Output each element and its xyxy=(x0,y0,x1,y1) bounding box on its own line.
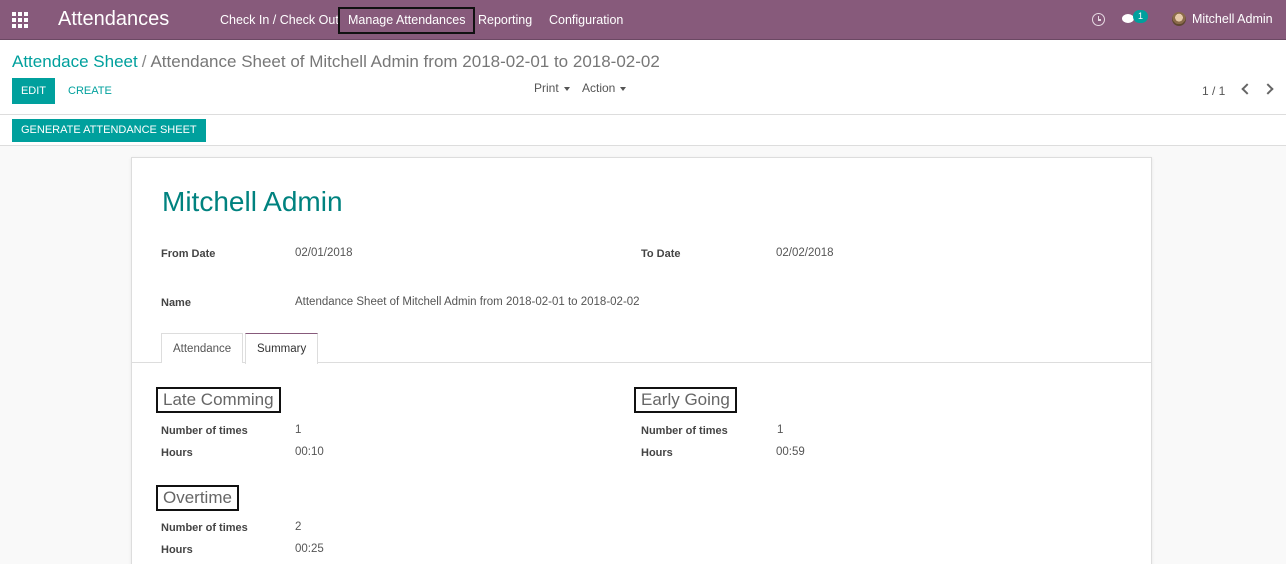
breadcrumb: Attendace Sheet / Attendance Sheet of Mitc… xyxy=(12,52,660,72)
action-label: Action xyxy=(582,81,616,95)
print-label: Print xyxy=(534,81,559,95)
from-date-value: 02/01/2018 xyxy=(295,247,353,259)
early-hours-label: Hours xyxy=(641,447,673,459)
apps-menu-icon[interactable] xyxy=(12,12,29,28)
breadcrumb-parent[interactable]: Attendace Sheet xyxy=(12,52,138,71)
caret-down-icon xyxy=(620,86,627,91)
user-menu[interactable]: Mitchell Admin xyxy=(1192,12,1273,26)
caret-down-icon xyxy=(563,86,570,91)
pager-previous-icon[interactable] xyxy=(1241,83,1253,95)
early-hours-value: 00:59 xyxy=(776,446,805,458)
user-avatar[interactable] xyxy=(1172,12,1186,26)
control-panel: Attendace Sheet / Attendance Sheet of Mitc… xyxy=(0,40,1286,115)
action-dropdown[interactable]: Action xyxy=(582,81,627,95)
print-dropdown[interactable]: Print xyxy=(534,81,570,95)
menu-manage-attendances[interactable]: Manage Attendances xyxy=(338,7,476,34)
menu-configuration[interactable]: Configuration xyxy=(549,8,623,32)
activity-clock-icon[interactable] xyxy=(1092,13,1105,26)
to-date-label: To Date xyxy=(641,248,681,260)
tab-attendance[interactable]: Attendance xyxy=(161,333,244,363)
create-button[interactable]: CREATE xyxy=(68,78,112,104)
late-hours-label: Hours xyxy=(161,447,193,459)
overtime-times-value: 2 xyxy=(295,521,302,533)
to-date-value: 02/02/2018 xyxy=(776,247,834,259)
top-navbar: Attendances Check In / Check Out Manage … xyxy=(0,0,1286,40)
employee-name: Mitchell Admin xyxy=(162,186,343,217)
late-hours-value: 00:10 xyxy=(295,446,324,458)
breadcrumb-separator: / xyxy=(141,52,147,71)
tab-summary[interactable]: Summary xyxy=(245,333,319,364)
app-title[interactable]: Attendances xyxy=(58,8,169,31)
late-comming-title: Late Comming xyxy=(156,387,281,413)
edit-button[interactable]: EDIT xyxy=(12,78,55,104)
overtime-title: Overtime xyxy=(156,485,239,511)
chat-count-badge: 1 xyxy=(1133,10,1148,23)
pager-value[interactable]: 1 / 1 xyxy=(1202,84,1225,98)
early-times-label: Number of times xyxy=(641,425,728,437)
name-label: Name xyxy=(161,297,191,309)
from-date-label: From Date xyxy=(161,248,216,260)
breadcrumb-current: Attendance Sheet of Mitchell Admin from … xyxy=(150,52,660,71)
pager-next-icon[interactable] xyxy=(1262,83,1274,95)
overtime-hours-value: 00:25 xyxy=(295,543,324,555)
overtime-times-label: Number of times xyxy=(161,522,248,534)
early-going-title: Early Going xyxy=(634,387,737,413)
notebook-tabs: Attendance Summary xyxy=(132,333,1151,364)
name-value: Attendance Sheet of Mitchell Admin from … xyxy=(295,296,640,308)
form-header: GENERATE ATTENDANCE SHEET xyxy=(0,115,1286,146)
menu-check-in-out[interactable]: Check In / Check Out xyxy=(220,8,339,32)
late-times-label: Number of times xyxy=(161,425,248,437)
form-sheet: Mitchell Admin From Date 02/01/2018 To D… xyxy=(131,157,1152,564)
menu-reporting[interactable]: Reporting xyxy=(478,8,532,32)
late-times-value: 1 xyxy=(295,424,302,436)
generate-attendance-sheet-button[interactable]: GENERATE ATTENDANCE SHEET xyxy=(12,119,206,142)
early-times-value: 1 xyxy=(777,424,784,436)
overtime-hours-label: Hours xyxy=(161,544,193,556)
